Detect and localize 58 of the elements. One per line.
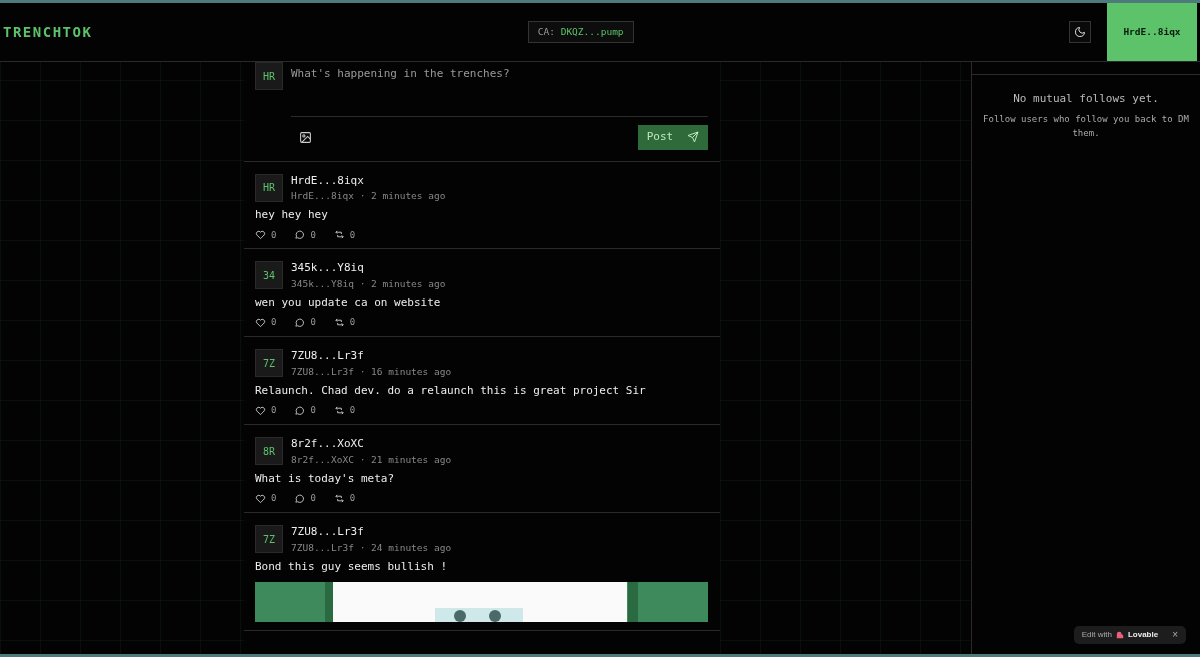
send-icon (687, 131, 700, 143)
close-button[interactable]: × (1162, 630, 1178, 640)
repost-icon[interactable] (333, 317, 345, 329)
post-text: wen you update ca on website (255, 296, 442, 311)
comment-icon[interactable] (294, 493, 306, 505)
post-meta: 7ZU8...Lr3f · 24 minutes ago (291, 541, 452, 554)
comment-count: 0 (310, 405, 316, 417)
brand-name: Lovable (1127, 629, 1159, 641)
post-text: hey hey hey (255, 208, 329, 223)
repost-count: 0 (349, 229, 356, 241)
logo[interactable]: TRENCHTOK (3, 21, 93, 43)
repost-count: 0 (349, 405, 356, 417)
moon-icon (1074, 26, 1086, 38)
address-label: CA: (537, 25, 555, 37)
post-button[interactable]: Post (638, 124, 708, 150)
address-value: DKQZ...pump (560, 25, 624, 37)
user-avatar: 7Z (255, 525, 283, 554)
edit-badge[interactable]: Edit with Lovable × (1073, 626, 1186, 644)
contract-address[interactable]: CA: DKQZ...pump (527, 20, 634, 44)
author-name[interactable]: 7ZU8...Lr3f (291, 525, 452, 540)
like-count: 0 (271, 405, 277, 417)
like-count: 0 (271, 493, 277, 505)
user-avatar: 8R (255, 437, 283, 466)
post-meta: HrdE...8iqx · 2 minutes ago (291, 189, 446, 203)
author-name[interactable]: 8r2f...XoXC (291, 437, 452, 452)
repost-icon[interactable] (333, 493, 345, 505)
badge-label: Edit with (1081, 629, 1112, 641)
comment-count: 0 (310, 229, 316, 241)
post-meta: 345k...Y8iq · 2 minutes ago (291, 277, 446, 291)
comment-count: 0 (310, 493, 316, 505)
comment-icon[interactable] (294, 229, 306, 241)
repost-count: 0 (349, 493, 356, 505)
post-text: What is today's meta? (255, 471, 396, 487)
user-avatar: 34 (255, 261, 283, 290)
user-avatar: 7Z (255, 349, 283, 378)
author-name[interactable]: 7ZU8...Lr3f (291, 349, 452, 364)
author-name[interactable]: HrdE...8iqx (291, 173, 446, 188)
like-count: 0 (271, 317, 277, 329)
repost-icon[interactable] (333, 229, 345, 241)
comment-icon[interactable] (294, 405, 306, 417)
user-avatar: HR (255, 62, 283, 90)
post-input[interactable]: What's happening in the trenches? (291, 62, 708, 110)
post-meta: 8r2f...XoXC · 21 minutes ago (291, 453, 452, 466)
image-upload-icon[interactable] (299, 130, 312, 144)
author-name[interactable]: 345k...Y8iq (291, 261, 446, 276)
comment-count: 0 (310, 317, 316, 329)
repost-icon[interactable] (333, 405, 345, 417)
post-meta: 7ZU8...Lr3f · 16 minutes ago (291, 365, 452, 378)
wallet-button[interactable]: HrdE..8iqx (1107, 3, 1197, 61)
repost-count: 0 (349, 317, 356, 329)
post-text: Bond this guy seems bullish ! (255, 559, 449, 575)
comment-icon[interactable] (294, 317, 306, 329)
post-text: Relaunch. Chad dev. do a relaunch this is great project Sir (255, 384, 647, 399)
empty-state-title: No mutual follows yet. (1012, 91, 1160, 107)
like-count: 0 (271, 229, 277, 241)
user-avatar: HR (255, 173, 283, 202)
theme-toggle-button[interactable] (1069, 21, 1091, 43)
empty-state-hint: Follow users who follow you back to DM them. (982, 112, 1190, 140)
